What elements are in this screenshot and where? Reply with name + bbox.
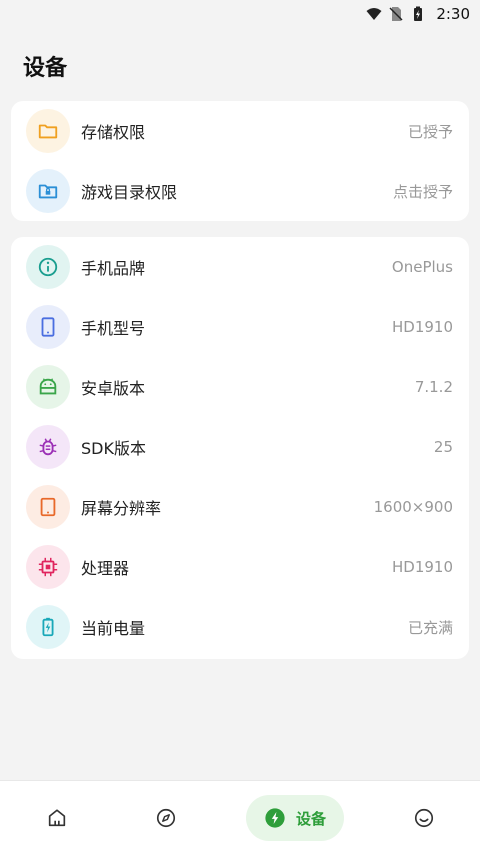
device-info-card: 手机品牌 OnePlus 手机型号 HD1910 安卓版本 7.1.2 SDK版…: [11, 237, 469, 659]
info-label: 屏幕分辨率: [81, 499, 162, 518]
info-label: 处理器: [81, 559, 130, 578]
info-value: HD1910: [391, 318, 453, 336]
info-value: HD1910: [391, 558, 453, 576]
info-value: 已充满: [407, 618, 453, 637]
permission-status: 已授予: [407, 122, 453, 141]
permission-label: 游戏目录权限: [81, 183, 178, 202]
chip-icon: [26, 545, 70, 589]
permission-label: 存储权限: [81, 123, 146, 142]
nav-home[interactable]: [34, 795, 80, 841]
nav-explore[interactable]: [143, 795, 189, 841]
permission-row-storage[interactable]: 存储权限 已授予: [11, 101, 469, 161]
info-label: 安卓版本: [81, 379, 146, 398]
info-value: OnePlus: [391, 258, 453, 276]
info-label: 当前电量: [81, 619, 146, 638]
folder-lock-icon: [26, 169, 70, 213]
nav-profile[interactable]: [401, 795, 447, 841]
info-label: 手机型号: [81, 319, 146, 338]
grant-action[interactable]: 点击授予: [393, 181, 453, 202]
home-icon: [46, 807, 68, 829]
info-value: 1600×900: [373, 498, 453, 516]
info-row-battery: 当前电量 已充满: [11, 597, 469, 657]
no-sim-icon: [388, 6, 404, 22]
info-row-resolution: 屏幕分辨率 1600×900: [11, 477, 469, 537]
bug-icon: [26, 425, 70, 469]
folder-icon: [26, 109, 70, 153]
phone-icon: [26, 305, 70, 349]
info-value: 25: [433, 438, 453, 456]
wifi-icon: [366, 6, 382, 22]
info-label: 手机品牌: [81, 259, 146, 278]
page-title: 设备: [23, 56, 68, 81]
info-row-processor: 处理器 HD1910: [11, 537, 469, 597]
battery-charging-icon: [26, 605, 70, 649]
info-value: 7.1.2: [414, 378, 453, 396]
battery-charging-status-icon: [410, 6, 426, 22]
tablet-icon: [26, 485, 70, 529]
smile-icon: [413, 807, 435, 829]
info-label: SDK版本: [81, 439, 146, 458]
bottom-nav: 设备: [0, 780, 480, 853]
bolt-icon: [264, 807, 286, 829]
permissions-card: 存储权限 已授予 游戏目录权限 点击授予: [11, 101, 469, 221]
status-bar: 2:30: [0, 0, 480, 28]
android-icon: [26, 365, 70, 409]
info-icon: [26, 245, 70, 289]
info-row-sdk-version: SDK版本 25: [11, 417, 469, 477]
status-time: 2:30: [436, 5, 470, 23]
compass-icon: [155, 807, 177, 829]
info-row-android-version: 安卓版本 7.1.2: [11, 357, 469, 417]
info-row-model: 手机型号 HD1910: [11, 297, 469, 357]
permission-row-game-dir[interactable]: 游戏目录权限 点击授予: [11, 161, 469, 221]
nav-device[interactable]: 设备: [246, 795, 344, 841]
info-row-brand: 手机品牌 OnePlus: [11, 237, 469, 297]
nav-device-label: 设备: [295, 809, 326, 828]
